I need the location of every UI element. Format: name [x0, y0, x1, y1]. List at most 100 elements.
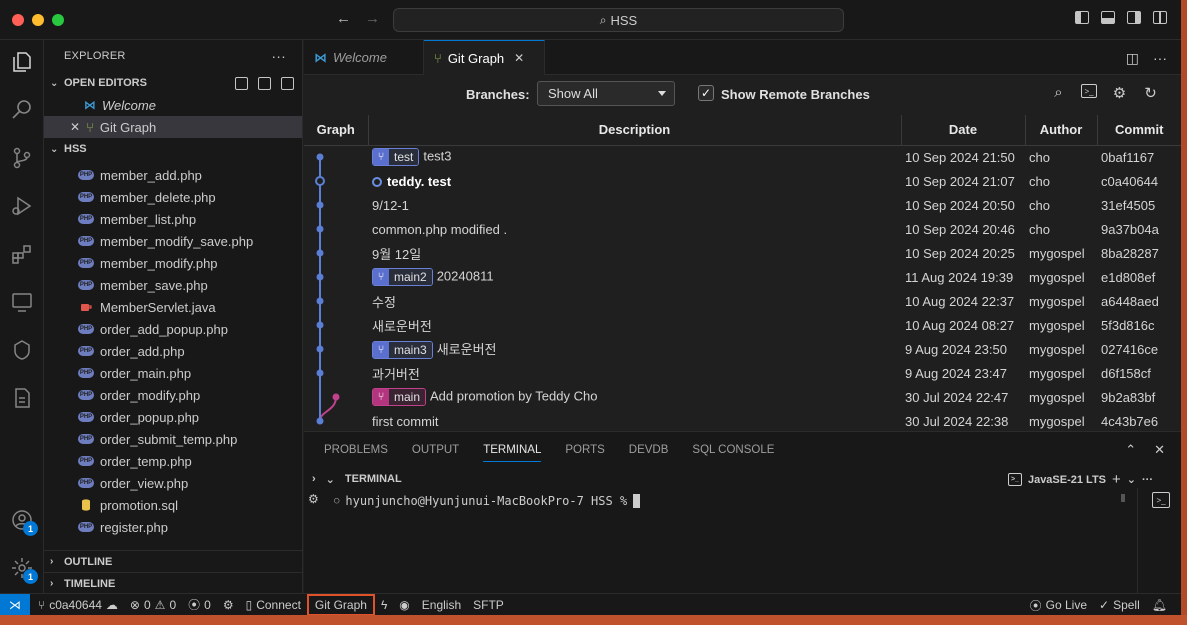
chevron-right-icon[interactable]: ›	[312, 473, 316, 485]
status-go-live[interactable]: ⦿ Go Live	[1024, 594, 1093, 616]
add-terminal-icon[interactable]: +	[1112, 471, 1121, 488]
branch-ref-badge[interactable]: ⑂ main	[372, 388, 427, 406]
commit-row[interactable]: ⑂ main2 20240811 11 Aug 2024 19:39 mygospel e…	[304, 265, 1181, 289]
commit-row[interactable]: 9월 12일 10 Sep 2024 20:25 mygospel 8ba28287	[304, 241, 1181, 265]
status-eye[interactable]: ◉	[393, 594, 415, 616]
testing-icon[interactable]	[8, 336, 36, 364]
new-untitled-file-icon[interactable]	[235, 76, 248, 90]
panel-tab-devdb[interactable]: DEVDB	[629, 444, 669, 456]
commit-node[interactable]	[316, 249, 324, 257]
file-item[interactable]: PHP order_modify.php	[44, 384, 302, 406]
open-editors-section[interactable]: ⌄ OPEN EDITORS	[44, 72, 302, 94]
commit-row[interactable]: ⑂ test test3 10 Sep 2024 21:50 cho 0baf1167	[304, 145, 1181, 169]
commit-row[interactable]: 수정 10 Aug 2024 22:37 mygospel a6448aed	[304, 289, 1181, 313]
customize-layout-icon[interactable]	[1153, 11, 1167, 24]
column-header-author[interactable]: Author	[1025, 115, 1098, 146]
commit-node[interactable]	[315, 176, 325, 186]
commit-row[interactable]: 새로운버전 10 Aug 2024 08:27 mygospel 5f3d816c	[304, 313, 1181, 337]
branches-dropdown[interactable]: Show All	[537, 81, 675, 106]
terminal-instance-icon[interactable]: >_	[1152, 492, 1170, 508]
back-arrow-icon[interactable]: ←	[336, 10, 351, 27]
file-item[interactable]: PHP register.php	[44, 516, 302, 538]
terminal-icon[interactable]: >_	[1081, 84, 1097, 98]
file-item[interactable]: PHP member_modify.php	[44, 252, 302, 274]
split-editor-icon[interactable]: ◫	[1126, 50, 1139, 67]
tab-welcome[interactable]: ⋈ Welcome	[304, 40, 424, 75]
column-header-date[interactable]: Date	[901, 115, 1026, 146]
status-spell[interactable]: ✓ Spell	[1093, 594, 1146, 616]
close-icon[interactable]: ✕	[70, 120, 80, 134]
forward-arrow-icon[interactable]: →	[365, 10, 380, 27]
commit-node[interactable]	[316, 201, 324, 209]
status-problems[interactable]: ⊗ 0 ⚠ 0	[124, 594, 182, 616]
file-item[interactable]: PHP order_popup.php	[44, 406, 302, 428]
chevron-down-icon[interactable]: ⌄	[326, 473, 335, 486]
toggle-panel-icon[interactable]	[1101, 11, 1115, 24]
branch-ref-badge[interactable]: ⑂ main2	[372, 268, 433, 286]
commit-node[interactable]	[316, 417, 324, 425]
chevron-down-icon[interactable]: ⌄	[1127, 473, 1136, 486]
outline-section[interactable]: › OUTLINE	[44, 550, 302, 572]
more-actions-icon[interactable]: ···	[271, 48, 286, 64]
file-item[interactable]: PHP order_add_popup.php	[44, 318, 302, 340]
command-center-search[interactable]: ⌕ HSS	[393, 8, 844, 32]
status-sftp[interactable]: SFTP	[467, 594, 510, 616]
panel-tab-sql-console[interactable]: SQL CONSOLE	[692, 444, 774, 456]
accounts-icon[interactable]: 1	[8, 506, 38, 536]
file-item[interactable]: PHP order_view.php	[44, 472, 302, 494]
extensions-icon[interactable]	[8, 240, 36, 268]
column-header-description[interactable]: Description	[368, 115, 902, 146]
file-item[interactable]: PHP member_delete.php	[44, 186, 302, 208]
file-item[interactable]: PHP order_main.php	[44, 362, 302, 384]
database-client-icon[interactable]	[8, 384, 36, 412]
terminal-scrollbar[interactable]	[1121, 494, 1125, 502]
manage-gear-icon[interactable]: 1	[8, 554, 38, 584]
panel-tab-problems[interactable]: PROBLEMS	[324, 444, 388, 456]
commit-node[interactable]	[316, 273, 324, 281]
toggle-secondary-sidebar-icon[interactable]	[1127, 11, 1141, 24]
panel-tab-ports[interactable]: PORTS	[565, 444, 604, 456]
hss-folder-section[interactable]: ⌄ HSS	[44, 138, 302, 160]
commit-node[interactable]	[316, 369, 324, 377]
gear-icon[interactable]: ⚙	[1111, 84, 1128, 102]
status-connect[interactable]: ▯ Connect	[240, 594, 307, 616]
terminal-profile-name[interactable]: JavaSE-21 LTS	[1028, 474, 1106, 486]
timeline-section[interactable]: › TIMELINE	[44, 572, 302, 593]
close-all-icon[interactable]	[281, 76, 294, 90]
status-language[interactable]: English	[416, 594, 467, 616]
file-item[interactable]: PHP member_add.php	[44, 164, 302, 186]
terminal-prompt-line[interactable]: ○ hyunjuncho@Hyunjunui-MacBookPro-7 HSS …	[334, 494, 641, 508]
commit-node[interactable]	[316, 321, 324, 329]
more-actions-icon[interactable]: ···	[1153, 50, 1167, 67]
commit-node[interactable]	[316, 225, 324, 233]
file-item[interactable]: PHP order_submit_temp.php	[44, 428, 302, 450]
commit-node[interactable]	[316, 153, 324, 161]
close-panel-icon[interactable]: ✕	[1154, 442, 1165, 458]
file-item[interactable]: PHP order_temp.php	[44, 450, 302, 472]
branch-ref-badge[interactable]: ⑂ test	[372, 148, 420, 167]
remote-indicator-icon[interactable]: ⋊	[0, 593, 30, 616]
status-notifications[interactable]: 🔔︎	[1146, 594, 1173, 616]
search-icon[interactable]	[8, 96, 36, 124]
run-debug-icon[interactable]	[8, 192, 36, 220]
commit-row[interactable]: 9/12-1 10 Sep 2024 20:50 cho 31ef4505	[304, 193, 1181, 217]
file-item[interactable]: PHP member_save.php	[44, 274, 302, 296]
commit-row[interactable]: 과거버전 9 Aug 2024 23:47 mygospel d6f158cf	[304, 361, 1181, 385]
open-editor-git-graph[interactable]: ✕ ⑂ Git Graph	[44, 116, 302, 138]
close-icon[interactable]: ✕	[514, 51, 524, 65]
remote-explorer-icon[interactable]	[8, 288, 36, 316]
search-icon[interactable]: ⌕	[1050, 84, 1067, 101]
status-git-graph-button[interactable]: Git Graph	[306, 593, 375, 616]
toggle-primary-sidebar-icon[interactable]	[1075, 11, 1089, 24]
explorer-icon[interactable]	[8, 48, 36, 76]
commit-node[interactable]	[316, 297, 324, 305]
status-lightning[interactable]: ϟ	[375, 594, 393, 616]
panel-tab-terminal[interactable]: TERMINAL	[483, 444, 542, 462]
save-all-icon[interactable]	[258, 76, 271, 90]
minimize-window-button[interactable]	[32, 13, 44, 26]
source-control-icon[interactable]	[8, 144, 36, 172]
tab-git-graph[interactable]: ⑂ Git Graph ✕	[424, 40, 545, 75]
commit-row[interactable]: ⑂ main Add promotion by Teddy Cho 30 Jul 20…	[304, 385, 1181, 409]
file-item[interactable]: MemberServlet.java	[44, 296, 302, 318]
commit-row[interactable]: teddy. test 10 Sep 2024 21:07 cho c0a40644	[304, 169, 1181, 193]
